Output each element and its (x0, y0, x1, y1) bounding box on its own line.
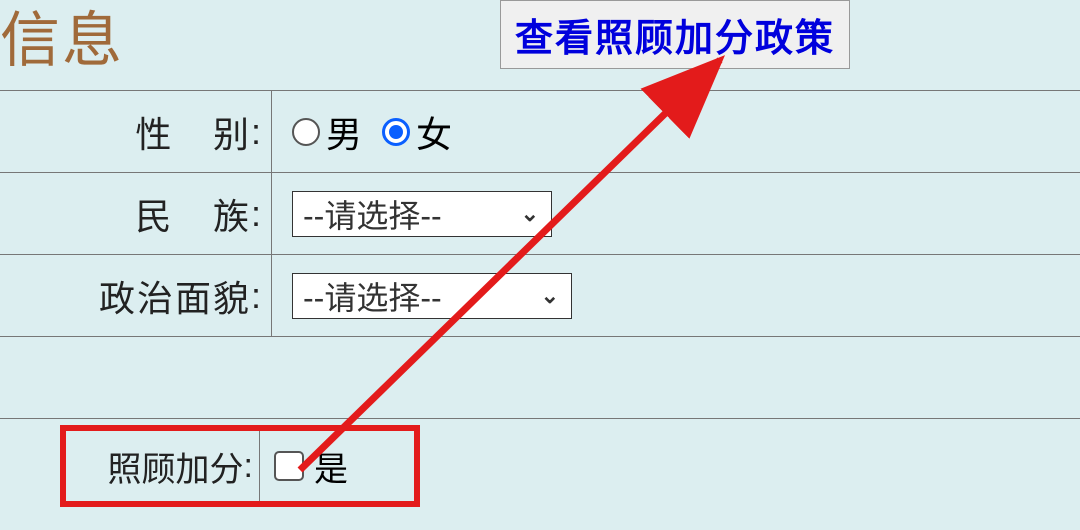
empty-row (0, 336, 1080, 418)
bonus-points-row: 照顾加分: 是 (0, 418, 1080, 507)
gender-female-label: 女 (416, 106, 452, 158)
ethnicity-placeholder: --请选择-- (303, 191, 442, 237)
radio-icon (292, 118, 320, 146)
view-bonus-policy-button[interactable]: 查看照顾加分政策 (500, 0, 850, 69)
ethnicity-value: --请选择-- ⌄ (272, 173, 1080, 254)
ethnicity-label-char2: 族 (213, 188, 251, 240)
bonus-points-checkbox[interactable] (274, 451, 304, 481)
gender-row: 性别: 男 女 (0, 90, 1080, 172)
ethnicity-select[interactable]: --请选择-- ⌄ (292, 191, 552, 237)
bonus-points-label-text: 照顾加分 (108, 442, 244, 491)
political-status-label: 政治面貌: (0, 255, 272, 336)
ethnicity-colon: : (251, 193, 263, 235)
gender-label-char1: 性 (135, 106, 173, 158)
bonus-points-colon: : (244, 447, 253, 486)
ethnicity-row: 民族: --请选择-- ⌄ (0, 172, 1080, 254)
gender-label-char2: 别 (213, 106, 251, 158)
bonus-points-value: 是 (260, 431, 414, 501)
bonus-points-highlight: 照顾加分: 是 (60, 425, 420, 507)
political-status-colon: : (251, 275, 263, 317)
gender-female-option[interactable]: 女 (382, 106, 452, 158)
page-title-partial: 信息 (0, 0, 124, 79)
chevron-down-icon: ⌄ (521, 201, 539, 227)
radio-icon (382, 118, 410, 146)
form-area: 性别: 男 女 民族: --请选择-- ⌄ 政治面貌: (0, 90, 1080, 507)
gender-male-option[interactable]: 男 (292, 106, 362, 158)
chevron-down-icon: ⌄ (541, 283, 559, 309)
political-status-label-text: 政治面貌 (99, 270, 251, 322)
political-status-placeholder: --请选择-- (303, 273, 442, 319)
ethnicity-label: 民族: (0, 173, 272, 254)
bonus-points-yes-label: 是 (314, 442, 348, 491)
gender-male-label: 男 (326, 106, 362, 158)
bonus-points-label: 照顾加分: (66, 431, 260, 501)
political-status-value: --请选择-- ⌄ (272, 255, 1080, 336)
ethnicity-label-char1: 民 (135, 188, 173, 240)
political-status-row: 政治面貌: --请选择-- ⌄ (0, 254, 1080, 336)
gender-label: 性别: (0, 91, 272, 172)
gender-colon: : (251, 111, 263, 153)
gender-value: 男 女 (272, 91, 1080, 172)
political-status-select[interactable]: --请选择-- ⌄ (292, 273, 572, 319)
